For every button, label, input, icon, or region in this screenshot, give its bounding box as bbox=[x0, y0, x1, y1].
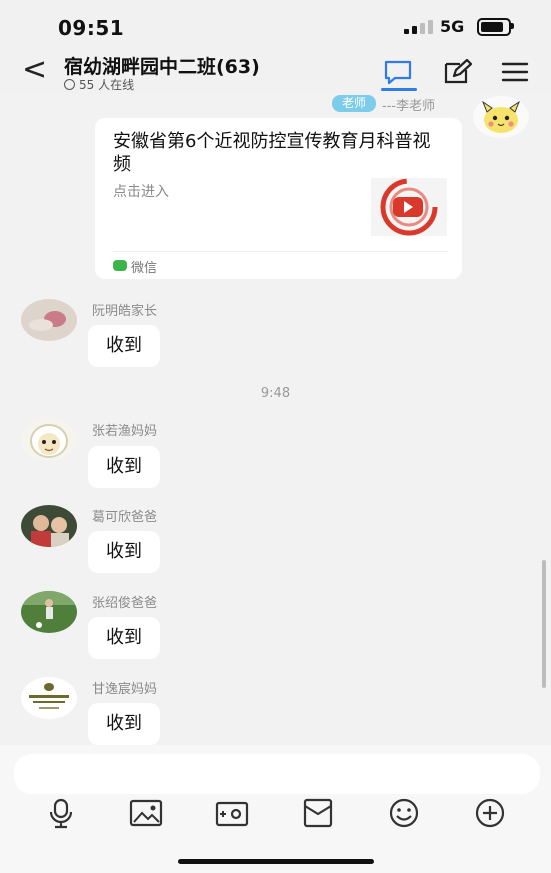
sender-name: 张绍俊爸爸 bbox=[92, 596, 158, 611]
edit-icon[interactable] bbox=[442, 58, 473, 86]
voice-icon[interactable] bbox=[43, 797, 79, 829]
sender-name: 张若渔妈妈 bbox=[92, 424, 158, 439]
sender-name: 甘逸宸妈妈 bbox=[92, 682, 158, 697]
card-thumbnail bbox=[371, 178, 447, 236]
play-icon bbox=[380, 178, 438, 236]
card-subtitle: 点击进入 bbox=[113, 184, 169, 200]
avatar[interactable] bbox=[21, 591, 77, 633]
avatar[interactable] bbox=[21, 419, 77, 461]
avatar[interactable] bbox=[21, 299, 77, 341]
time-divider: 9:48 bbox=[260, 386, 291, 401]
teacher-avatar[interactable] bbox=[473, 96, 529, 138]
wechat-icon bbox=[113, 260, 127, 271]
message-bubble[interactable]: 收到 bbox=[88, 617, 160, 659]
card-divider bbox=[113, 251, 448, 252]
card-title: 安徽省第6个近视防控宣传教育月科普视频 bbox=[113, 131, 431, 175]
menu-icon[interactable] bbox=[500, 58, 530, 86]
image-icon[interactable] bbox=[128, 797, 164, 829]
status-bar: 09:51 5G bbox=[0, 0, 551, 54]
card-source: 微信 bbox=[131, 261, 158, 276]
scrollbar[interactable] bbox=[542, 560, 546, 688]
message-bubble[interactable]: 收到 bbox=[88, 325, 160, 367]
chat-tab-indicator bbox=[381, 88, 417, 91]
online-count: 55 人在线 bbox=[64, 76, 134, 93]
chat-icon[interactable] bbox=[383, 58, 413, 86]
teacher-name: ---李老师 bbox=[382, 99, 436, 114]
input-area bbox=[0, 745, 551, 873]
avatar[interactable] bbox=[21, 677, 77, 719]
network-type: 5G bbox=[440, 17, 465, 36]
sender-name: 阮明皓家长 bbox=[92, 304, 158, 319]
battery-icon bbox=[477, 18, 511, 36]
group-title[interactable]: 宿幼湖畔园中二班(63) bbox=[64, 52, 260, 79]
avatar[interactable] bbox=[21, 505, 77, 547]
teacher-role-badge: 老师 bbox=[332, 95, 376, 112]
status-time: 09:51 bbox=[58, 16, 125, 40]
message-bubble[interactable]: 收到 bbox=[88, 531, 160, 573]
online-icon bbox=[64, 79, 75, 90]
online-text: 55 人在线 bbox=[79, 78, 135, 92]
back-icon[interactable]: < bbox=[22, 52, 47, 87]
message-input[interactable] bbox=[14, 754, 540, 794]
home-indicator[interactable] bbox=[178, 859, 374, 864]
emoji-icon[interactable] bbox=[386, 797, 422, 829]
message-bubble[interactable]: 收到 bbox=[88, 703, 160, 745]
battery-tip bbox=[511, 23, 514, 29]
message-bubble[interactable]: 收到 bbox=[88, 446, 160, 488]
signal-icon bbox=[404, 20, 434, 34]
plus-icon[interactable] bbox=[472, 797, 508, 829]
chat-header: < 宿幼湖畔园中二班(63) 55 人在线 bbox=[0, 52, 551, 94]
camera-icon[interactable] bbox=[214, 797, 250, 829]
sender-name: 葛可欣爸爸 bbox=[92, 510, 158, 525]
red-packet-icon[interactable] bbox=[300, 797, 336, 829]
share-card[interactable]: 安徽省第6个近视防控宣传教育月科普视频 点击进入 微信 bbox=[95, 118, 462, 279]
